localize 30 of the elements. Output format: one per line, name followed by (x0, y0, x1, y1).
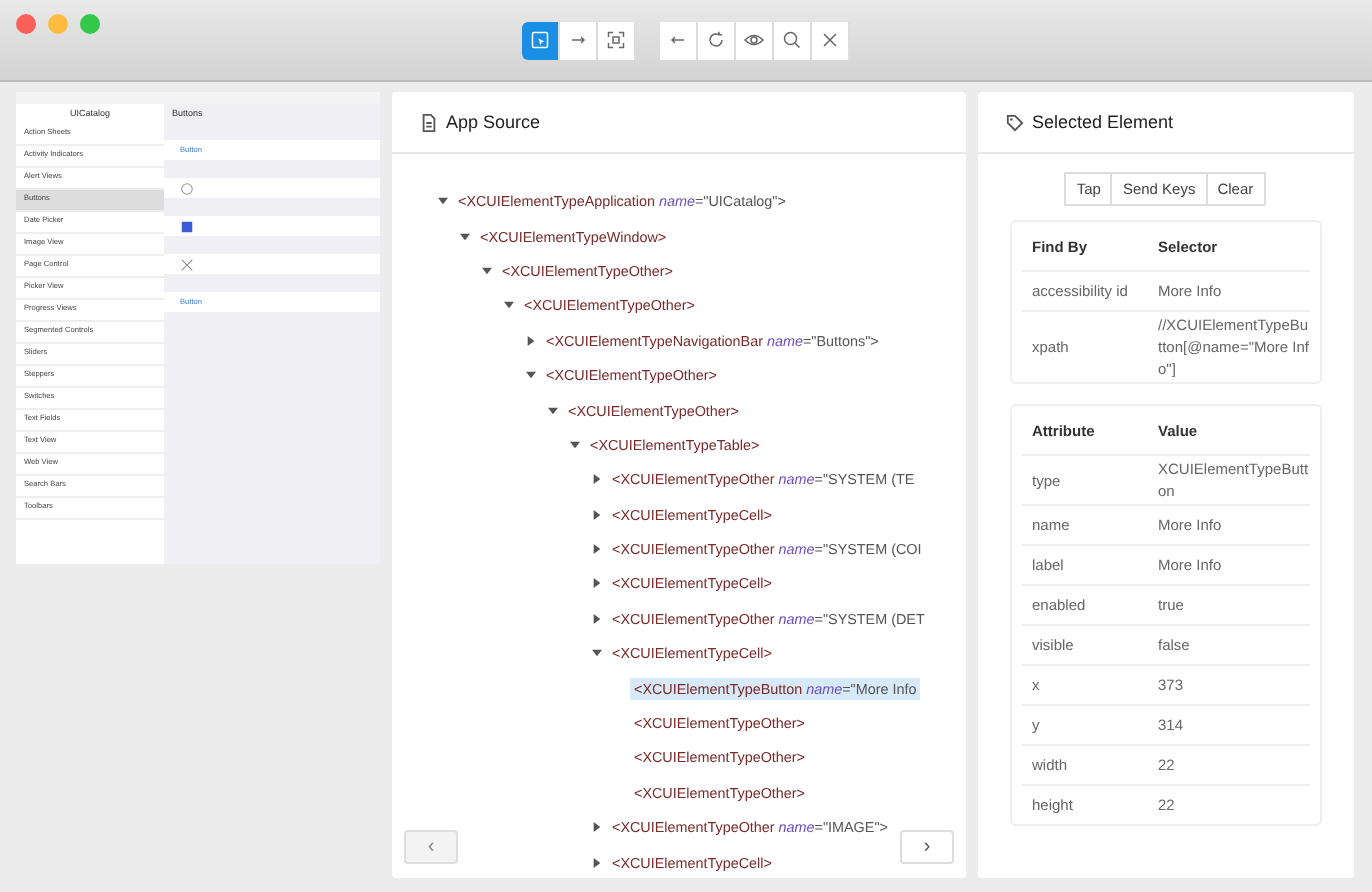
caret-right-icon[interactable] (592, 822, 602, 833)
caret-down-icon[interactable] (482, 265, 492, 276)
select-icon (528, 28, 552, 52)
close-icon (818, 28, 842, 52)
tag-icon (1006, 113, 1024, 131)
caret-right-icon[interactable] (592, 474, 602, 485)
info-icon[interactable] (180, 181, 194, 195)
caret-down-icon[interactable] (438, 196, 448, 207)
caret-right-icon[interactable] (526, 335, 536, 346)
panel-title: Selected Element (1032, 112, 1174, 132)
caret-down-icon[interactable] (504, 300, 514, 311)
caret-down-icon[interactable] (570, 439, 580, 450)
caret-right-icon[interactable] (592, 544, 602, 555)
caret-right-icon[interactable] (592, 578, 602, 589)
caret-down-icon[interactable] (548, 405, 558, 416)
caret-down-icon[interactable] (526, 370, 536, 381)
caret-down-icon[interactable] (460, 231, 470, 242)
search-icon (780, 28, 804, 52)
caret-down-icon[interactable] (592, 648, 602, 659)
document-icon (420, 113, 438, 131)
caret-right-icon[interactable] (592, 509, 602, 520)
image-icon[interactable] (180, 219, 194, 233)
caret-right-icon[interactable] (592, 857, 602, 868)
panel-title: App Source (446, 112, 541, 132)
next-button[interactable]: › (900, 829, 954, 864)
refresh-icon (704, 28, 728, 52)
caret-right-icon[interactable] (592, 613, 602, 624)
close-icon[interactable] (180, 257, 194, 271)
select-button[interactable] (522, 21, 560, 59)
frame-icon (604, 28, 628, 52)
